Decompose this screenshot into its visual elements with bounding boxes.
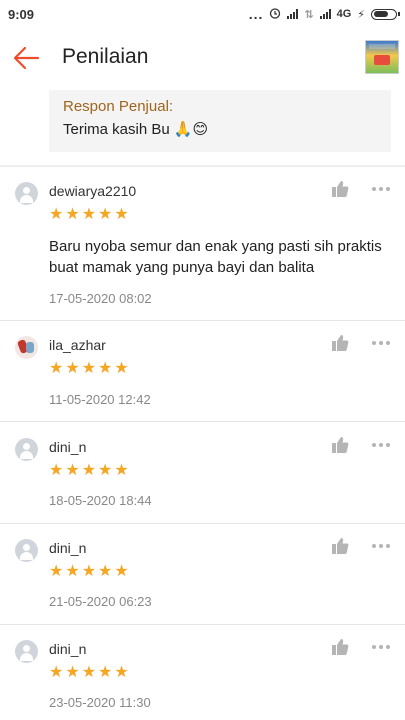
seller-response: Respon Penjual: Terima kasih Bu 🙏😊 [49,90,391,152]
review-date: 18-05-2020 18:44 [49,493,152,508]
more-options-icon[interactable] [372,338,392,348]
star-rating: ★ ★ ★ ★ ★ [49,564,129,580]
star-icon: ★ [98,462,113,479]
more-options-icon[interactable] [372,642,392,652]
review-text: Baru nyoba semur dan enak yang pasti sih… [49,238,382,276]
user-photo-avatar [15,336,38,359]
charging-icon: ⚡ [357,8,365,21]
review-username: dini_n [49,641,87,657]
alarm-icon [269,7,281,22]
star-icon: ★ [49,664,64,681]
review-item: dini_n ★ ★ ★ ★ ★ 18-05-2020 18:44 [0,422,405,524]
default-avatar-icon [15,438,38,461]
star-icon: ★ [98,360,113,377]
review-date: 11-05-2020 12:42 [49,392,151,407]
star-icon: ★ [81,462,97,479]
review-date: 23-05-2020 11:30 [49,695,151,710]
review-item: ila_azhar ★ ★ ★ ★ ★ 11-05-2020 12:42 [0,321,405,422]
review-item: dini_n ★ ★ ★ ★ ★ 21-05-2020 06:23 [0,524,405,625]
thumbs-up-icon[interactable] [331,334,349,352]
star-icon: ★ [114,664,129,681]
network-type: 4G [336,8,352,20]
signal-icon-2 [319,9,331,19]
thumbs-up-icon[interactable] [331,638,349,656]
star-icon: ★ [65,360,80,377]
review-username: dini_n [49,439,87,455]
back-arrow-icon[interactable] [12,44,40,72]
star-icon: ★ [65,462,80,479]
thumbs-up-icon[interactable] [331,180,349,198]
thumbs-up-icon[interactable] [331,537,349,555]
app-header: Penilaian [0,28,405,88]
status-time: 9:09 [8,6,35,22]
star-icon: ★ [49,206,64,223]
more-options-icon[interactable] [372,184,392,194]
thumbs-up-icon[interactable] [331,436,349,454]
star-icon: ★ [65,664,80,681]
signal-icon [287,9,299,19]
star-rating: ★ ★ ★ ★ ★ [49,665,129,681]
page-title: Penilaian [62,45,149,68]
review-item: dini_n ★ ★ ★ ★ ★ 23-05-2020 11:30 [0,625,405,720]
review-date: 17-05-2020 08:02 [49,291,152,306]
review-date: 21-05-2020 06:23 [49,594,152,609]
star-rating: ★ ★ ★ ★ ★ [49,361,129,377]
default-avatar-icon [15,640,38,663]
star-rating: ★ ★ ★ ★ ★ [49,463,129,479]
star-icon: ★ [81,664,97,681]
star-icon: ★ [81,360,97,377]
star-icon: ★ [49,360,64,377]
review-item: dewiarya2210 ★ ★ ★ ★ ★ Baru nyoba semur dan … [0,167,405,321]
star-icon: ★ [65,206,80,223]
seller-response-label: Respon Penjual: [63,98,174,115]
review-username: dini_n [49,540,87,556]
more-options-icon[interactable] [372,440,392,450]
battery-icon [371,8,400,20]
star-icon: ★ [114,360,129,377]
star-icon: ★ [114,462,129,479]
status-bar: 9:09 ... ⇅ 4G ⚡ [0,0,405,28]
review-username: dewiarya2210 [49,183,137,199]
seller-response-text: Terima kasih Bu 🙏😊 [63,121,209,138]
star-icon: ★ [81,206,97,223]
status-dots: ... [248,6,264,22]
default-avatar-icon [15,182,38,205]
star-icon: ★ [81,563,97,580]
star-icon: ★ [98,664,113,681]
star-icon: ★ [98,206,113,223]
star-icon: ★ [49,462,64,479]
star-icon: ★ [114,206,129,223]
star-icon: ★ [98,563,113,580]
star-icon: ★ [65,563,80,580]
product-thumbnail[interactable] [365,40,399,74]
default-avatar-icon [15,539,38,562]
star-icon: ★ [49,563,64,580]
more-options-icon[interactable] [372,541,392,551]
status-icons: ... ⇅ 4G ⚡ [248,6,400,22]
review-username: ila_azhar [49,337,106,353]
star-rating: ★ ★ ★ ★ ★ [49,207,129,223]
data-arrows-icon: ⇅ [304,8,314,21]
star-icon: ★ [114,563,129,580]
